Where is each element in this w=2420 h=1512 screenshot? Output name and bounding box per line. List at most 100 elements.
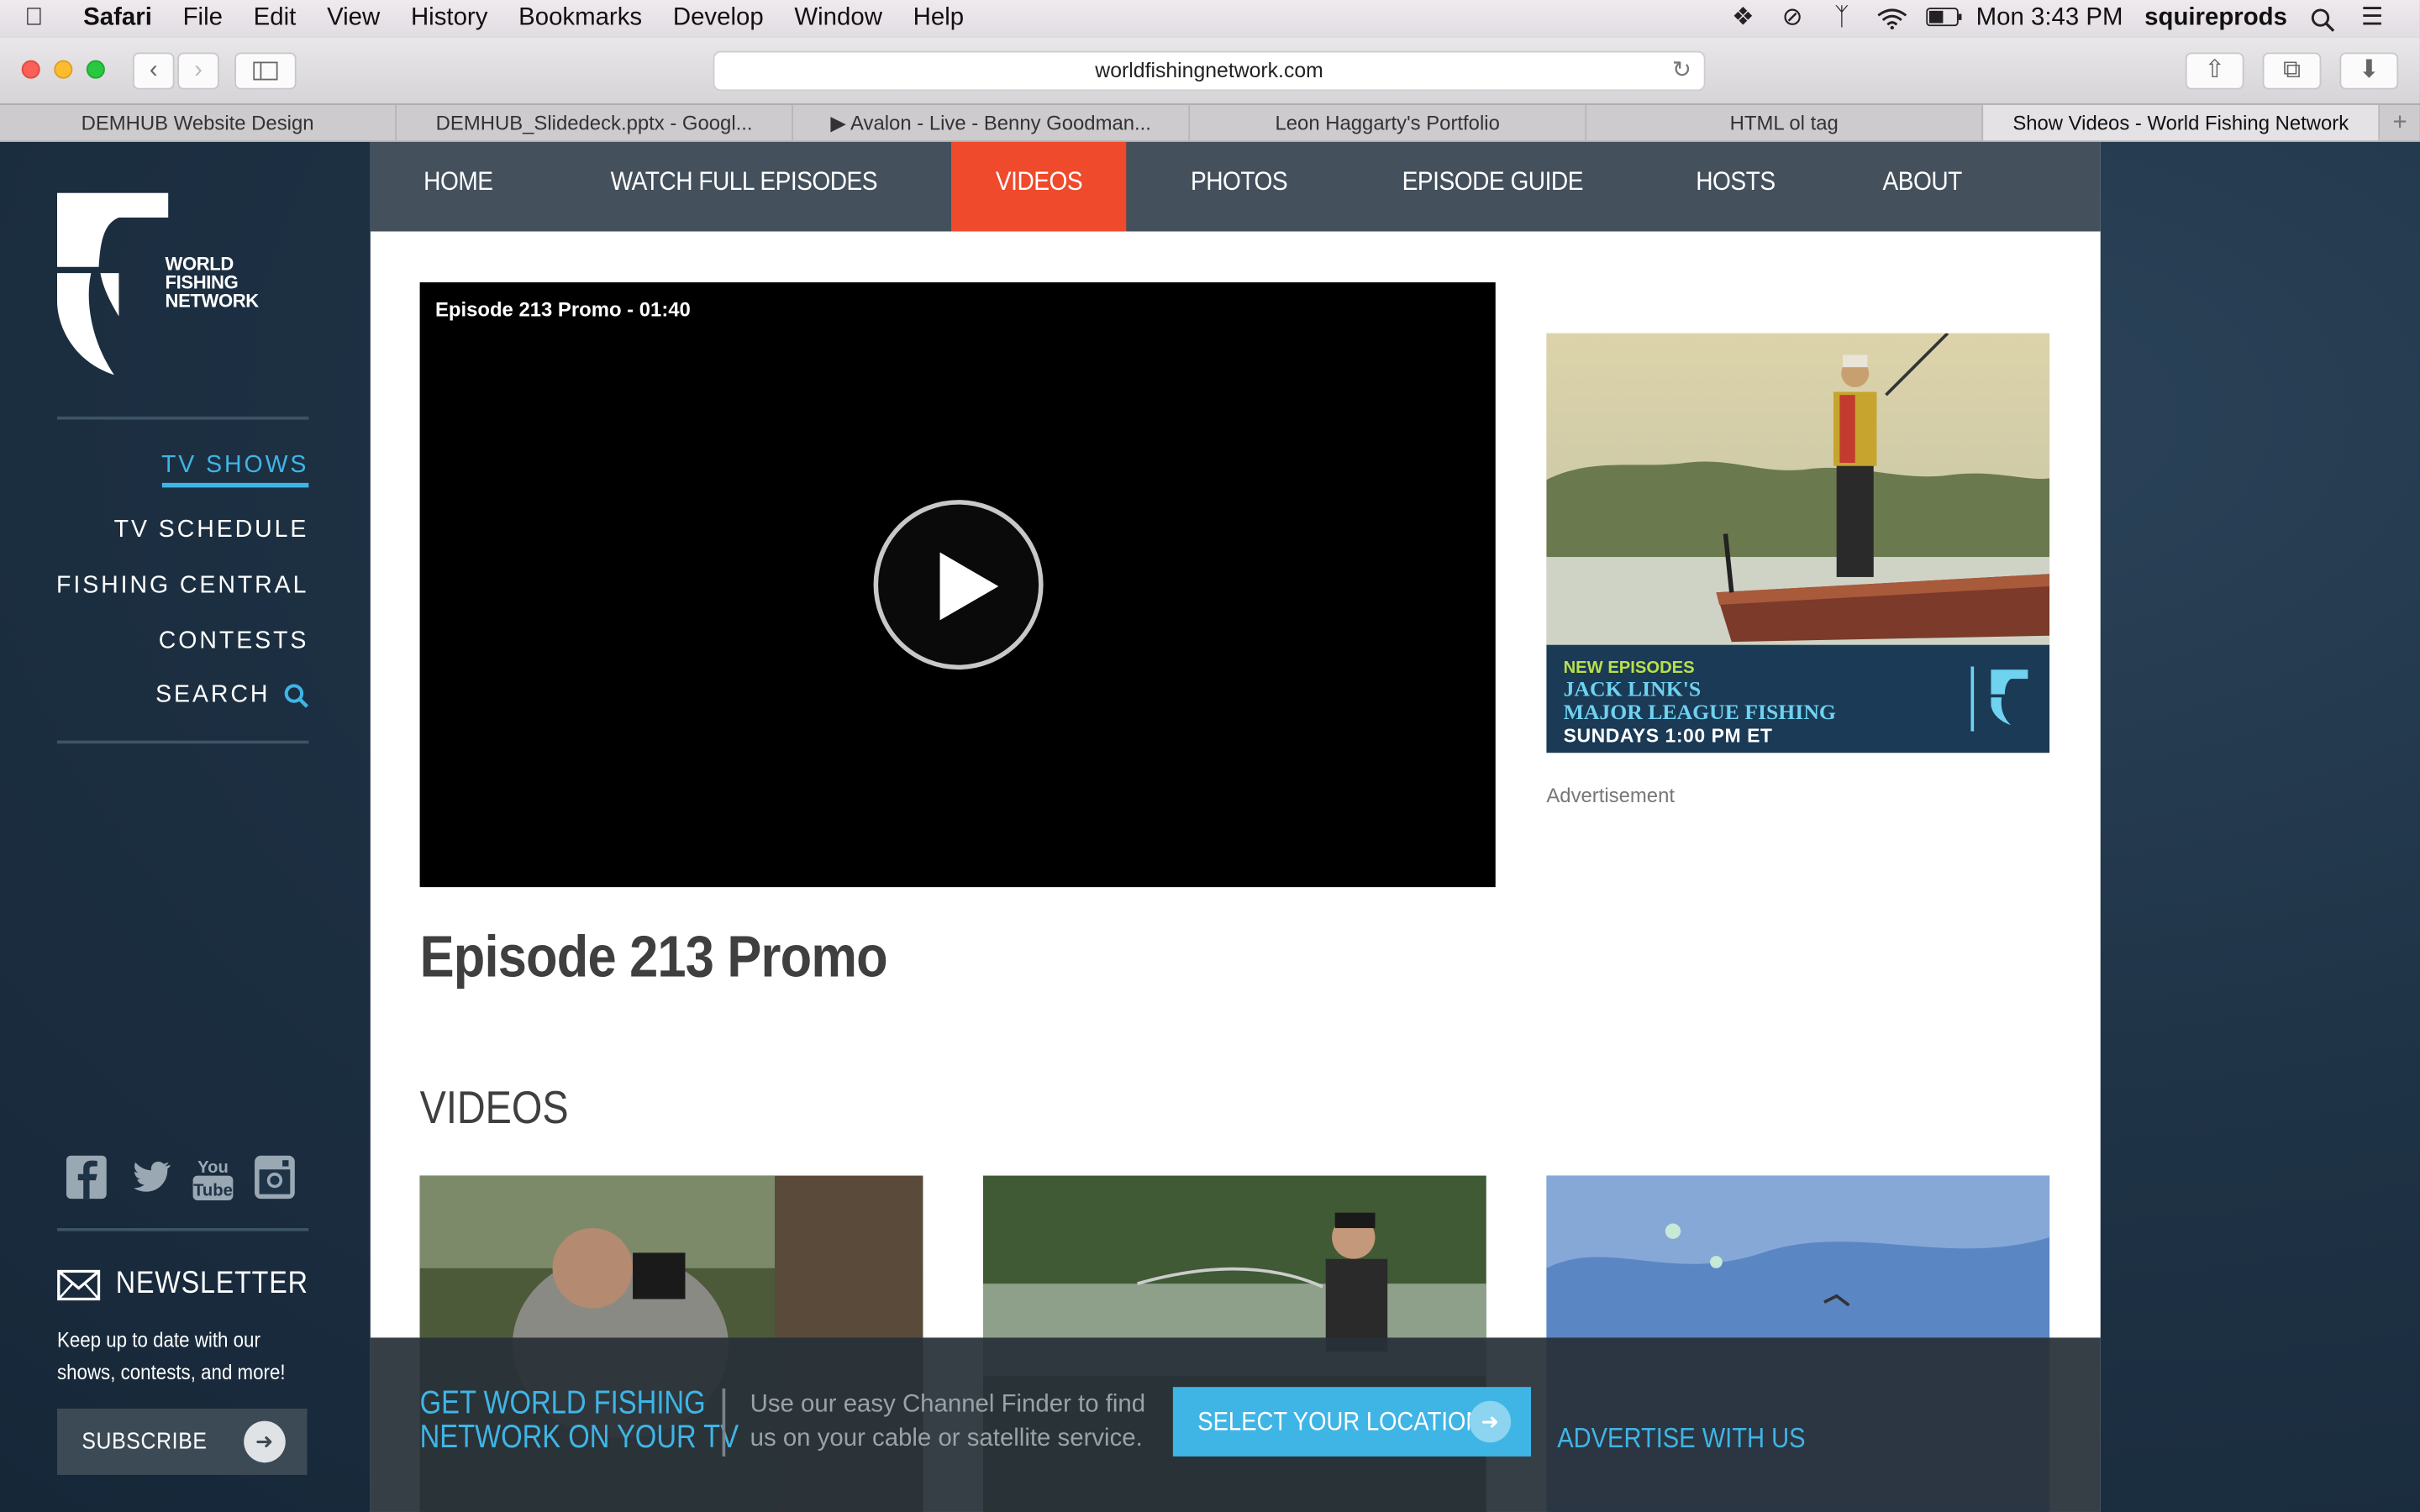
- nav-watch-full-episodes[interactable]: WATCH FULL EPISODES: [566, 142, 921, 232]
- facebook-icon[interactable]: [65, 1154, 108, 1200]
- menu-help[interactable]: Help: [897, 5, 979, 33]
- menu-bookmarks[interactable]: Bookmarks: [503, 5, 658, 33]
- browser-toolbar: ‹ › worldfishingnetwork.com ↻ ⇧ ⧉ ⬇: [0, 37, 2420, 105]
- sidebar-item-search[interactable]: SEARCH: [155, 681, 309, 710]
- menubar-user[interactable]: squireprods: [2144, 5, 2287, 33]
- page-title: Episode 213 Promo: [419, 926, 888, 991]
- menu-app-safari[interactable]: Safari: [68, 5, 167, 33]
- channel-finder-title-line: NETWORK ON YOUR TV: [419, 1419, 739, 1456]
- ad-new-episodes-label: NEW EPISODES: [1563, 659, 1695, 678]
- browser-tab[interactable]: Leon Haggarty's Portfolio: [1190, 104, 1587, 141]
- sidebar-item-tv-shows[interactable]: TV SHOWS: [160, 452, 309, 488]
- reload-icon[interactable]: ↻: [1672, 52, 1691, 89]
- nav-hosts[interactable]: HOSTS: [1652, 142, 1820, 232]
- sidebar-search-label: SEARCH: [155, 681, 271, 709]
- menu-file[interactable]: File: [167, 5, 238, 33]
- select-location-button[interactable]: SELECT YOUR LOCATION ➜: [1172, 1387, 1532, 1457]
- browser-tab[interactable]: DEMHUB Website Design: [0, 104, 397, 141]
- bluetooth-icon[interactable]: ᛉ: [1828, 5, 1855, 29]
- ad-show-name-line2: MAJOR LEAGUE FISHING: [1563, 701, 1836, 726]
- sync-icon[interactable]: ⊘: [1779, 5, 1807, 29]
- browser-tab[interactable]: DEMHUB_Slidedeck.pptx - Googl...: [397, 104, 794, 141]
- nav-videos[interactable]: VIDEOS: [950, 141, 1127, 232]
- menu-view[interactable]: View: [312, 5, 396, 33]
- browser-tab-active[interactable]: Show Videos - World Fishing Network: [1983, 104, 2381, 141]
- play-icon[interactable]: [873, 500, 1044, 670]
- address-bar[interactable]: worldfishingnetwork.com ↻: [713, 50, 1706, 92]
- channel-finder-description: Use our easy Channel Finder to find us o…: [750, 1391, 1146, 1452]
- browser-tab[interactable]: HTML ol tag: [1586, 104, 1984, 141]
- newsletter-description: Keep up to date with our shows, contests…: [56, 1328, 286, 1384]
- videos-heading: VIDEOS: [419, 1083, 569, 1134]
- instagram-icon[interactable]: [253, 1154, 296, 1200]
- wifi-icon[interactable]: [1877, 8, 1907, 30]
- sidebar-item-tv-schedule[interactable]: TV SCHEDULE: [114, 517, 309, 544]
- video-overlay-title: Episode 213 Promo - 01:40: [434, 297, 691, 322]
- ad-divider: [1970, 666, 1975, 732]
- nav-about[interactable]: ABOUT: [1839, 142, 2007, 232]
- nav-episode-guide[interactable]: EPISODE GUIDE: [1358, 142, 1628, 232]
- ad-photo-fisherman: [1546, 333, 2050, 645]
- arrow-right-icon: ➜: [1469, 1400, 1512, 1443]
- downloads-button[interactable]: ⬇: [2339, 52, 2399, 90]
- menu-edit[interactable]: Edit: [238, 5, 311, 33]
- logo-line: FISHING: [165, 271, 239, 293]
- battery-icon[interactable]: [1926, 8, 1963, 29]
- back-button[interactable]: ‹: [132, 52, 175, 90]
- menu-history[interactable]: History: [396, 5, 503, 33]
- window-minimize-button[interactable]: [54, 60, 73, 79]
- twitter-icon[interactable]: [129, 1154, 172, 1200]
- select-location-label: SELECT YOUR LOCATION: [1197, 1407, 1483, 1436]
- nav-home[interactable]: HOME: [379, 142, 537, 232]
- spotlight-search-icon[interactable]: [2309, 8, 2337, 32]
- sidebar-divider: [56, 416, 309, 420]
- search-icon: [284, 684, 309, 708]
- main-content: HOME WATCH FULL EPISODES VIDEOS PHOTOS E…: [370, 141, 2101, 1512]
- advertisement-banner[interactable]: NEW EPISODES JACK LINK'S MAJOR LEAGUE FI…: [1546, 333, 2050, 753]
- sidebar-item-contests[interactable]: CONTESTS: [159, 628, 309, 656]
- web-page: WORLD FISHING NETWORK TV SHOWS TV SCHEDU…: [0, 141, 2420, 1512]
- apple-menu-icon[interactable]: : [0, 5, 68, 33]
- advertise-with-us-link[interactable]: ADVERTISE WITH US: [1557, 1422, 1805, 1455]
- menu-window[interactable]: Window: [779, 5, 897, 33]
- channel-finder-title: GET WORLD FISHING NETWORK ON YOUR TV: [419, 1385, 739, 1456]
- wfn-logo-mark: [56, 192, 169, 375]
- logo-line: NETWORK: [165, 290, 260, 312]
- sidebar-toggle-button[interactable]: [234, 52, 297, 90]
- youtube-icon[interactable]: You Tube: [192, 1154, 234, 1200]
- video-player[interactable]: Episode 213 Promo - 01:40: [419, 282, 1496, 888]
- ad-schedule: SUNDAYS 1:00 PM ET: [1563, 725, 1773, 747]
- tabs-overview-button[interactable]: ⧉: [2262, 52, 2322, 90]
- sidebar-icon: [253, 61, 278, 81]
- svg-text:You: You: [197, 1158, 229, 1177]
- chevron-right-icon: ›: [194, 56, 203, 84]
- tab-bar: DEMHUB Website Design DEMHUB_Slidedeck.p…: [0, 104, 2420, 142]
- ad-caption-panel: NEW EPISODES JACK LINK'S MAJOR LEAGUE FI…: [1546, 644, 2050, 753]
- new-tab-button[interactable]: +: [2380, 105, 2420, 140]
- share-button[interactable]: ⇧: [2185, 52, 2244, 90]
- subscribe-label: SUBSCRIBE: [82, 1428, 208, 1456]
- sidebar-item-fishing-central[interactable]: FISHING CENTRAL: [56, 572, 308, 600]
- subscribe-button[interactable]: SUBSCRIBE ➜: [56, 1408, 308, 1475]
- macos-menubar:  Safari File Edit View History Bookmark…: [0, 0, 2420, 38]
- nav-photos[interactable]: PHOTOS: [1147, 142, 1333, 232]
- channel-finder-divider: [722, 1389, 726, 1457]
- notification-center-icon[interactable]: ☰: [2358, 5, 2386, 29]
- svg-text:Tube: Tube: [193, 1181, 233, 1200]
- window-zoom-button[interactable]: [86, 60, 105, 79]
- forward-button[interactable]: ›: [177, 52, 219, 90]
- menu-develop[interactable]: Develop: [657, 5, 779, 33]
- menubar-clock[interactable]: Mon 3:43 PM: [1976, 5, 2123, 33]
- top-navigation: HOME WATCH FULL EPISODES VIDEOS PHOTOS E…: [370, 141, 2101, 232]
- channel-finder-bar: GET WORLD FISHING NETWORK ON YOUR TV Use…: [370, 1337, 2101, 1512]
- dropbox-icon[interactable]: ❖: [1729, 5, 1757, 29]
- ad-show-name-line1: JACK LINK'S: [1563, 679, 1702, 702]
- site-sidebar: WORLD FISHING NETWORK TV SHOWS TV SCHEDU…: [0, 142, 371, 1512]
- channel-finder-title-line: GET WORLD FISHING: [419, 1385, 706, 1421]
- browser-tab[interactable]: ▶ Avalon - Live - Benny Goodman...: [793, 104, 1191, 141]
- newsletter-heading: NEWSLETTER: [57, 1267, 334, 1302]
- url-text: worldfishingnetwork.com: [1095, 58, 1323, 82]
- window-close-button[interactable]: [21, 60, 40, 79]
- wfn-logo[interactable]: WORLD FISHING NETWORK: [56, 192, 273, 375]
- arrow-right-icon: ➜: [244, 1420, 286, 1463]
